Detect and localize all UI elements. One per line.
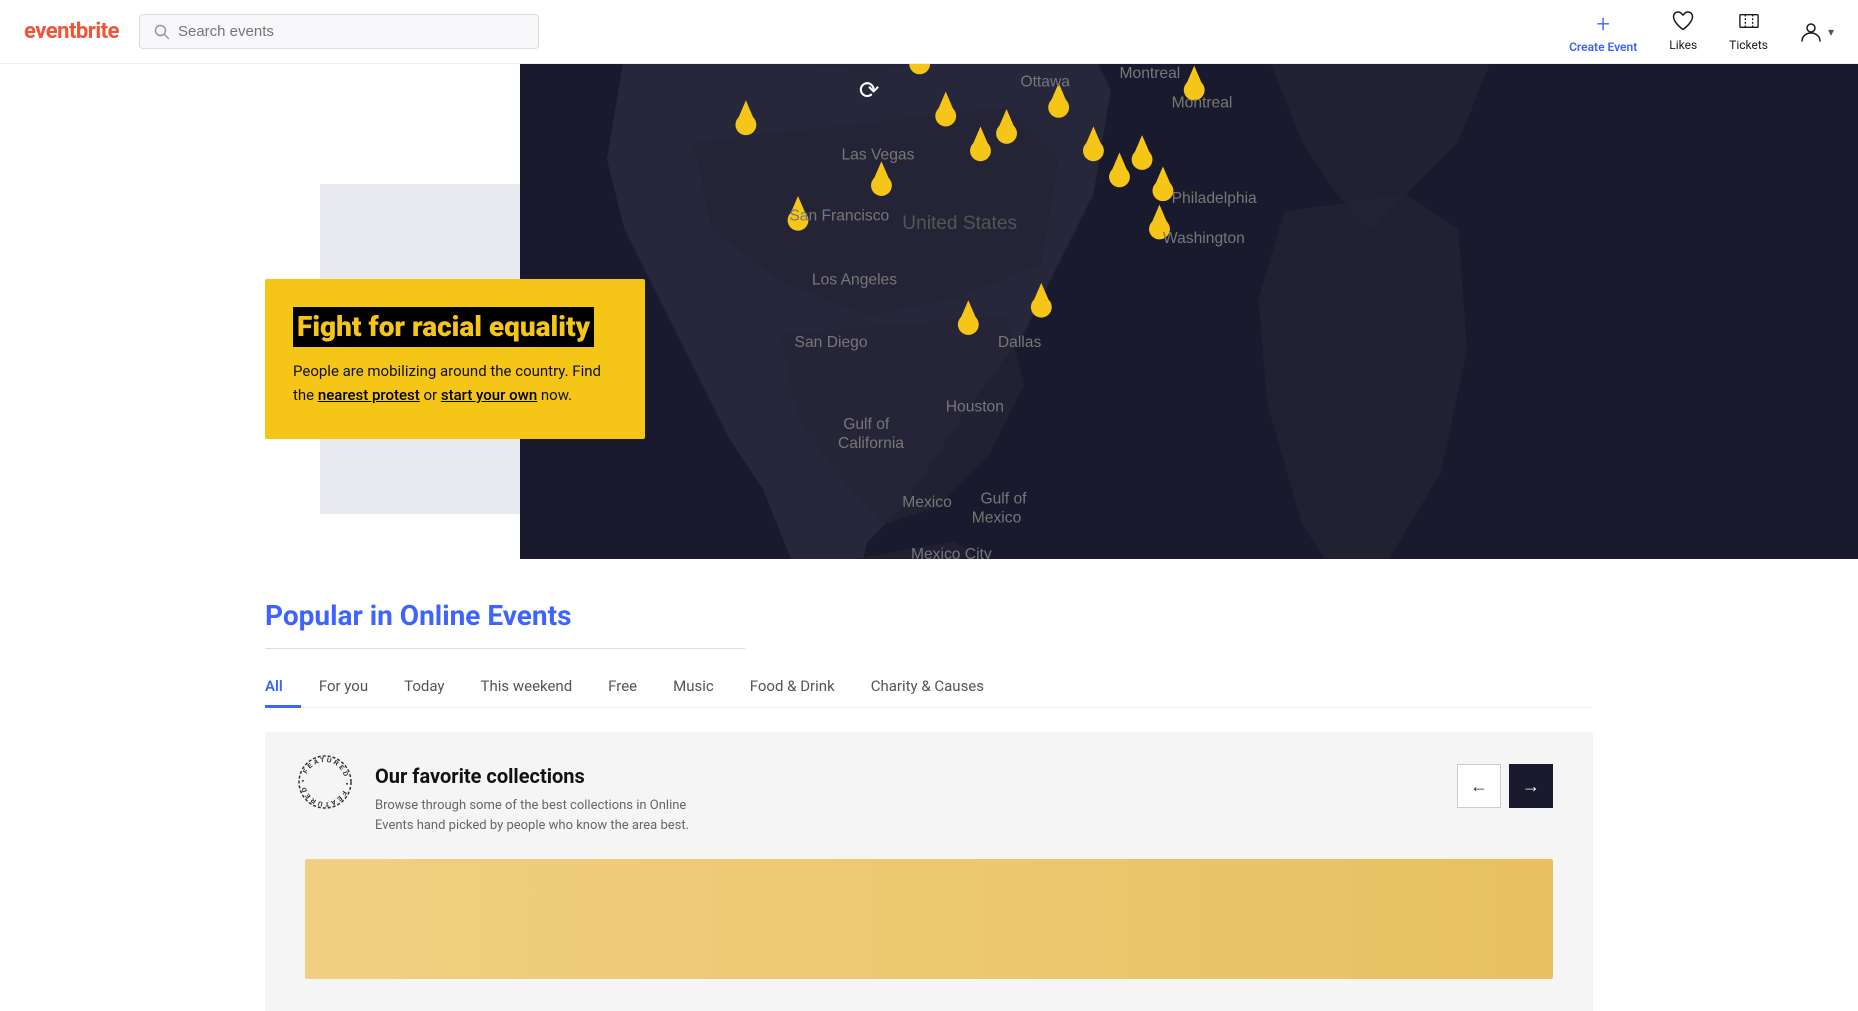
collections-header: Our favorite collections Browse through … [305, 764, 1553, 835]
svg-text:• FEATURED • FEATURED •: • FEATURED • FEATURED • [295, 752, 350, 807]
svg-text:Montreal: Montreal [1119, 65, 1180, 82]
svg-text:Las Vegas: Las Vegas [841, 146, 914, 163]
logo-text: eventbrite [24, 19, 119, 44]
collections-description: Browse through some of the best collecti… [375, 796, 695, 835]
svg-text:San Francisco: San Francisco [789, 207, 889, 224]
hero-section: United States San Francisco Los Angeles … [0, 64, 1858, 559]
hero-card-description: People are mobilizing around the country… [293, 359, 617, 407]
chevron-down-icon: ▾ [1828, 25, 1834, 39]
account-nav[interactable]: ▾ [1800, 21, 1834, 43]
tab-this-weekend[interactable]: This weekend [463, 665, 591, 707]
tickets-nav[interactable]: Tickets [1729, 11, 1768, 52]
svg-text:Dallas: Dallas [998, 334, 1042, 351]
tab-music[interactable]: Music [655, 665, 732, 707]
collections-section: • FEATURED • FEATURED • Our favorite col… [265, 732, 1593, 1011]
popular-section: Popular in Online Events All For you Tod… [0, 559, 1858, 708]
create-event-label: Create Event [1569, 40, 1637, 54]
logo[interactable]: eventbrite [24, 19, 119, 44]
svg-text:California: California [838, 435, 904, 452]
svg-text:United States: United States [902, 213, 1017, 234]
collections-next-button[interactable]: → [1509, 764, 1553, 808]
search-icon [154, 24, 170, 40]
start-your-own-link[interactable]: start your own [441, 386, 537, 404]
svg-text:Houston: Houston [946, 398, 1004, 415]
tab-for-you[interactable]: For you [301, 665, 386, 707]
tab-food-drink[interactable]: Food & Drink [732, 665, 853, 707]
hero-overlay-card: Fight for racial equality People are mob… [265, 279, 645, 439]
account-icon [1800, 21, 1822, 43]
plus-icon: + [1596, 10, 1610, 38]
site-header: eventbrite + Create Event Likes [0, 0, 1858, 64]
svg-text:Washington: Washington [1163, 230, 1245, 247]
tickets-label: Tickets [1729, 38, 1768, 52]
hero-desc-after: now. [537, 386, 572, 404]
popular-divider [265, 648, 745, 649]
svg-text:Mexico: Mexico [972, 510, 1022, 527]
svg-text:Mexico City: Mexico City [911, 546, 992, 559]
ticket-icon [1738, 11, 1760, 36]
svg-text:Gulf of: Gulf of [843, 416, 890, 433]
map-svg: United States San Francisco Los Angeles … [520, 64, 1858, 559]
nearest-protest-link[interactable]: nearest protest [318, 386, 420, 404]
collections-nav: ← → [1457, 764, 1553, 808]
featured-badge: • FEATURED • FEATURED • [295, 752, 355, 812]
header-nav: + Create Event Likes Tickets [1569, 10, 1834, 54]
likes-label: Likes [1669, 38, 1697, 52]
popular-title-before: Popular in [265, 599, 400, 632]
collections-preview [305, 859, 1553, 979]
svg-text:Philadelphia: Philadelphia [1172, 190, 1257, 207]
svg-text:Mexico: Mexico [902, 494, 952, 511]
tab-charity-causes[interactable]: Charity & Causes [853, 665, 1002, 707]
collections-prev-button[interactable]: ← [1457, 764, 1501, 808]
popular-title: Popular in Online Events [265, 599, 1593, 632]
svg-text:Montreal: Montreal [1172, 94, 1233, 111]
create-event-nav[interactable]: + Create Event [1569, 10, 1637, 54]
map-container: United States San Francisco Los Angeles … [520, 64, 1858, 559]
svg-text:San Diego: San Diego [795, 334, 868, 351]
hero-card-title: Fight for racial equality [293, 307, 594, 347]
tab-free[interactable]: Free [590, 665, 655, 707]
svg-text:⟳: ⟳ [859, 78, 879, 105]
popular-title-link[interactable]: Online Events [400, 599, 572, 632]
tab-today[interactable]: Today [386, 665, 462, 707]
likes-nav[interactable]: Likes [1669, 11, 1697, 52]
collections-text: Our favorite collections Browse through … [305, 764, 695, 835]
svg-text:Gulf of: Gulf of [980, 491, 1027, 508]
heart-icon [1672, 11, 1694, 36]
hero-desc-middle: or [420, 386, 441, 404]
tab-all[interactable]: All [265, 665, 301, 707]
search-input[interactable] [178, 23, 524, 40]
search-bar[interactable] [139, 14, 539, 49]
popular-tabs: All For you Today This weekend Free Musi… [265, 665, 1593, 708]
svg-text:Ottawa: Ottawa [1020, 73, 1070, 90]
svg-text:Los Angeles: Los Angeles [812, 272, 897, 289]
collections-title: Our favorite collections [375, 764, 695, 788]
